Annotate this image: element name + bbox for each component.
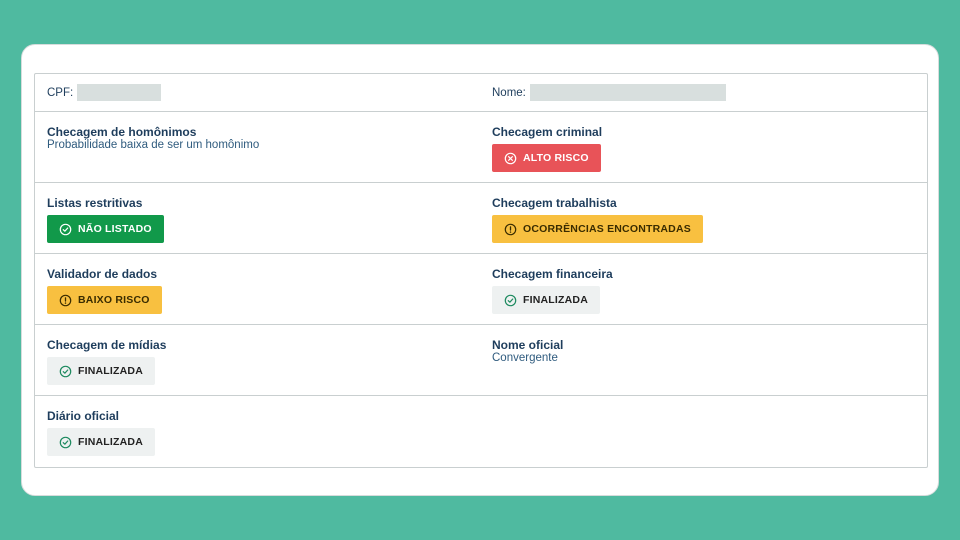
financeira-status-badge[interactable]: FINALIZADA xyxy=(492,286,600,314)
trabalhista-status-badge[interactable]: OCORRÊNCIAS ENCONTRADAS xyxy=(492,215,703,243)
check-circle-icon xyxy=(59,365,72,378)
midias-status-badge[interactable]: FINALIZADA xyxy=(47,357,155,385)
checks-table: CPF: Nome: Checagem de homônimos Probabi… xyxy=(34,73,928,468)
midias-status-text: FINALIZADA xyxy=(78,365,143,377)
empty-cell xyxy=(481,396,927,466)
check-row: Listas restritivas NÃO LISTADO Checagem … xyxy=(35,182,927,253)
nome-oficial-result: Convergente xyxy=(492,352,558,364)
nome-cell: Nome: xyxy=(481,74,927,111)
trabalhista-label: Checagem trabalhista xyxy=(492,196,617,210)
financeira-label: Checagem financeira xyxy=(492,267,613,281)
criminal-status-text: ALTO RISCO xyxy=(523,152,589,164)
homonimos-cell: Checagem de homônimos Probabilidade baix… xyxy=(35,112,481,182)
listas-cell: Listas restritivas NÃO LISTADO xyxy=(35,183,481,253)
trabalhista-cell: Checagem trabalhista OCORRÊNCIAS ENCONTR… xyxy=(481,183,927,253)
nome-label: Nome: xyxy=(492,86,526,99)
listas-status-text: NÃO LISTADO xyxy=(78,223,152,235)
diario-label: Diário oficial xyxy=(47,409,120,423)
cpf-label: CPF: xyxy=(47,86,74,99)
check-row: Checagem de mídias FINALIZADA Nome ofici… xyxy=(35,324,927,395)
diario-status-badge[interactable]: FINALIZADA xyxy=(47,428,155,456)
alert-circle-icon xyxy=(504,223,517,236)
validador-status-badge[interactable]: BAIXO RISCO xyxy=(47,286,162,314)
results-card: CPF: Nome: Checagem de homônimos Probabi… xyxy=(21,44,939,496)
financeira-status-text: FINALIZADA xyxy=(523,294,588,306)
validador-cell: Validador de dados BAIXO RISCO xyxy=(35,254,481,324)
identity-row: CPF: Nome: xyxy=(35,74,927,111)
check-circle-icon xyxy=(59,436,72,449)
alert-circle-icon xyxy=(59,294,72,307)
criminal-cell: Checagem criminal ALTO RISCO xyxy=(481,112,927,182)
midias-label: Checagem de mídias xyxy=(47,338,167,352)
diario-cell: Diário oficial FINALIZADA xyxy=(35,396,481,466)
check-row: Validador de dados BAIXO RISCO Checagem … xyxy=(35,253,927,324)
homonimos-result: Probabilidade baixa de ser um homônimo xyxy=(47,139,260,151)
validador-label: Validador de dados xyxy=(47,267,158,281)
check-row: Checagem de homônimos Probabilidade baix… xyxy=(35,111,927,182)
diario-status-text: FINALIZADA xyxy=(78,436,143,448)
cpf-redacted-value xyxy=(77,84,162,101)
listas-label: Listas restritivas xyxy=(47,196,143,210)
x-circle-icon xyxy=(504,152,517,165)
nome-redacted-value xyxy=(529,84,726,101)
trabalhista-status-text: OCORRÊNCIAS ENCONTRADAS xyxy=(523,223,691,235)
listas-status-badge[interactable]: NÃO LISTADO xyxy=(47,215,164,243)
validador-status-text: BAIXO RISCO xyxy=(78,294,150,306)
cpf-cell: CPF: xyxy=(35,74,481,111)
financeira-cell: Checagem financeira FINALIZADA xyxy=(481,254,927,324)
midias-cell: Checagem de mídias FINALIZADA xyxy=(35,325,481,395)
check-circle-icon xyxy=(59,223,72,236)
homonimos-label: Checagem de homônimos xyxy=(47,125,197,139)
check-row: Diário oficial FINALIZADA xyxy=(35,395,927,466)
nome-oficial-cell: Nome oficial Convergente xyxy=(481,325,927,395)
nome-oficial-label: Nome oficial xyxy=(492,338,564,352)
criminal-status-badge[interactable]: ALTO RISCO xyxy=(492,144,601,172)
criminal-label: Checagem criminal xyxy=(492,125,603,139)
check-circle-icon xyxy=(504,294,517,307)
